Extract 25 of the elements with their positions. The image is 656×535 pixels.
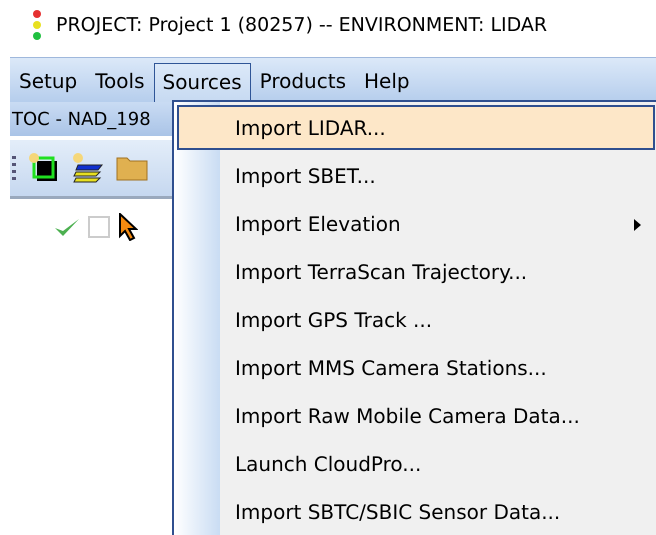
menu-item[interactable]: Import SBTC/SBIC Sensor Data... (177, 489, 655, 534)
layers-icon[interactable] (72, 152, 104, 184)
menu-item[interactable]: Products (250, 62, 355, 102)
submenu-arrow-icon (634, 219, 641, 231)
menu-item[interactable]: Import LIDAR... (177, 105, 655, 150)
traffic-light-icon (32, 10, 42, 40)
menu-item[interactable]: Import MMS Camera Stations... (177, 345, 655, 390)
menu-item[interactable]: Help (354, 62, 419, 102)
menu-item[interactable]: Import SBET... (177, 153, 655, 198)
menu-item[interactable]: Setup (10, 62, 86, 102)
checkbox[interactable] (88, 216, 110, 238)
cursor-icon (118, 213, 138, 241)
menu-item[interactable]: Launch CloudPro... (177, 441, 655, 486)
window-title: PROJECT: Project 1 (80257) -- ENVIRONMENT: LIDAR (56, 14, 548, 36)
new-layer-icon[interactable] (28, 152, 60, 184)
check-icon (54, 217, 80, 237)
grip-icon (12, 156, 16, 180)
menu-item[interactable]: Import Raw Mobile Camera Data... (177, 393, 655, 438)
folder-icon[interactable] (116, 155, 148, 181)
menu-item[interactable]: Tools (86, 62, 154, 102)
menu-item[interactable]: Import TerraScan Trajectory... (177, 249, 655, 294)
menu-item[interactable]: Import GPS Track ... (177, 297, 655, 342)
menu-item[interactable]: Sources (154, 63, 251, 102)
menu-item[interactable]: Import Elevation (177, 201, 655, 246)
panel-title: TOC - NAD_198 (10, 102, 172, 136)
